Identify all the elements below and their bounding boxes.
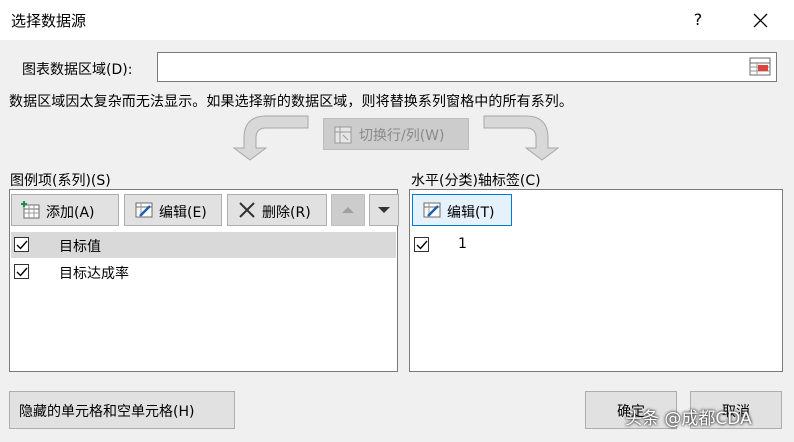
series-checkbox[interactable]: [14, 237, 29, 252]
axis-label-value: 1: [458, 236, 467, 252]
hidden-empty-cells-label: 隐藏的单元格和空单元格(H): [19, 404, 195, 420]
delete-series-label: 删除(R): [262, 205, 311, 221]
close-button[interactable]: [748, 7, 772, 33]
title-bar: [0, 0, 794, 40]
dialog-title: 选择数据源: [11, 12, 87, 30]
axis-label-checkbox[interactable]: [414, 237, 429, 252]
watermark: 头条 @成都CDA: [625, 409, 752, 429]
checkmark-icon: [416, 240, 428, 250]
edit-table-icon: [134, 201, 154, 223]
chart-data-range-label: 图表数据区域(D):: [22, 62, 133, 78]
triangle-down-icon: [378, 207, 390, 213]
range-picker-button[interactable]: [746, 55, 774, 79]
legend-entries-label: 图例项(系列)(S): [10, 173, 111, 189]
legend-entries-panel: 添加(A) 编辑(E) 删除(R) 目标值 目标达成率: [9, 189, 399, 372]
switch-row-column-icon: [334, 126, 352, 148]
series-name: 目标值: [59, 239, 101, 255]
range-notice: 数据区域因太复杂而无法显示。如果选择新的数据区域，则将替换系列窗格中的所有系列。: [9, 94, 573, 110]
chart-data-range-input[interactable]: [157, 52, 777, 82]
axis-labels-panel: 编辑(T) 1: [409, 189, 783, 372]
add-series-button[interactable]: 添加(A): [11, 194, 119, 226]
hidden-empty-cells-button[interactable]: 隐藏的单元格和空单元格(H): [9, 391, 235, 429]
series-name: 目标达成率: [59, 266, 129, 282]
series-row[interactable]: 目标达成率: [11, 259, 396, 285]
triangle-up-icon: [342, 207, 354, 213]
edit-axis-labels-label: 编辑(T): [447, 205, 495, 221]
range-select-icon: [749, 57, 771, 76]
close-icon: [753, 13, 768, 28]
delete-series-button[interactable]: 删除(R): [227, 194, 327, 226]
move-down-button[interactable]: [369, 194, 399, 226]
edit-series-button[interactable]: 编辑(E): [124, 194, 222, 226]
axis-label-row[interactable]: 1: [411, 232, 781, 258]
checkmark-icon: [16, 267, 28, 277]
edit-series-label: 编辑(E): [159, 205, 207, 221]
edit-table-icon: [422, 201, 442, 223]
checkmark-icon: [16, 240, 28, 250]
series-row[interactable]: 目标值: [11, 232, 396, 258]
help-button[interactable]: ?: [686, 8, 710, 32]
curved-arrow-right-icon: [482, 112, 572, 166]
add-series-label: 添加(A): [46, 205, 95, 221]
axis-labels-label: 水平(分类)轴标签(C): [411, 173, 541, 189]
curved-arrow-left-icon: [226, 112, 316, 166]
series-checkbox[interactable]: [14, 264, 29, 279]
switch-row-column-button[interactable]: 切换行/列(W): [323, 118, 469, 150]
add-table-icon: [21, 201, 41, 223]
switch-row-column-label: 切换行/列(W): [359, 128, 445, 144]
delete-x-icon: [237, 201, 257, 223]
edit-axis-labels-button[interactable]: 编辑(T): [412, 194, 512, 226]
move-up-button[interactable]: [331, 194, 365, 226]
